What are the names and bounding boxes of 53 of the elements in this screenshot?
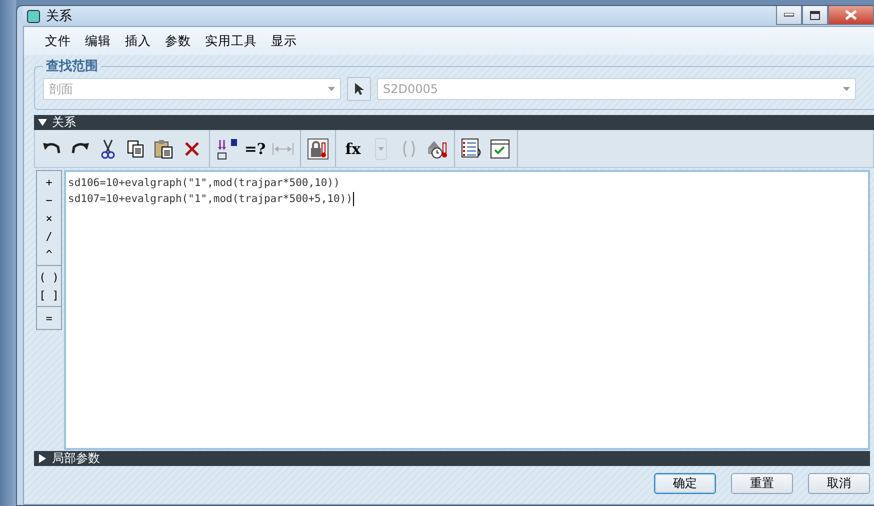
minimize-icon	[784, 13, 794, 17]
maximize-button[interactable]	[802, 6, 828, 25]
menu-item[interactable]: 文件	[38, 32, 78, 50]
sort-values-icon	[216, 138, 238, 160]
dialog-button[interactable]: 确定	[654, 473, 716, 494]
expand-triangle-icon[interactable]	[38, 454, 47, 463]
menu-item[interactable]: 参数	[158, 32, 198, 50]
select-pointer-button[interactable]	[347, 77, 371, 101]
group-legend: 查找范围	[43, 57, 101, 75]
dropdown-caret-icon	[375, 138, 387, 160]
code-line: sd107=10+evalgraph("1",mod(trajpar*500+5,10))	[68, 191, 356, 207]
toolbar-button[interactable]: fx	[340, 134, 366, 162]
lock-thermometer-icon	[307, 138, 329, 160]
menu-item[interactable]: 显示	[264, 32, 304, 50]
code-line: sd106=10+evalgraph("1",mod(trajpar*500,10))	[68, 176, 341, 191]
operator-button[interactable]: [ ]	[37, 286, 61, 304]
dialog-button[interactable]: 取消	[808, 473, 870, 494]
clipboard-icon	[154, 138, 174, 158]
brackets-icon	[401, 138, 417, 158]
operator-button[interactable]: ×	[37, 209, 61, 227]
list-icon	[461, 138, 483, 160]
operator-button[interactable]: −	[37, 191, 61, 209]
section-title: 关系	[52, 114, 76, 131]
minimize-button[interactable]	[776, 6, 802, 25]
menu-item[interactable]: 插入	[118, 32, 158, 50]
operator-button[interactable]: +	[37, 173, 61, 191]
maximize-icon	[810, 10, 820, 20]
dimension-icon	[272, 142, 294, 156]
relations-editor[interactable]: sd106=10+evalgraph("1",mod(trajpar*500,10)) sd107=10+evalgraph("1",mod(trajpar*500+5,10))	[64, 170, 870, 450]
operator-button[interactable]: ( )	[37, 268, 61, 286]
section-title: 局部参数	[52, 450, 100, 467]
undo-icon	[42, 142, 62, 156]
redo-icon	[70, 142, 90, 156]
collapse-triangle-icon[interactable]	[38, 118, 47, 127]
menu-item[interactable]: 实用工具	[198, 32, 264, 50]
menu-item[interactable]: 编辑	[78, 32, 118, 50]
copy-icon	[127, 140, 145, 158]
caret-icon	[328, 87, 335, 91]
close-icon	[845, 10, 857, 20]
window-title: 关系	[46, 8, 72, 25]
close-button[interactable]	[828, 6, 874, 25]
delete-icon	[184, 140, 200, 156]
caret-icon	[843, 87, 850, 91]
scissors-icon	[101, 138, 115, 158]
operator-button[interactable]: ^	[37, 245, 61, 263]
cursor-arrow-icon	[354, 82, 364, 96]
checklist-icon	[490, 138, 510, 158]
dialog-button[interactable]: 重置	[731, 473, 793, 494]
text-cursor	[353, 192, 354, 206]
toolbar-button[interactable]: =?	[242, 134, 268, 162]
operator-button[interactable]: /	[37, 227, 61, 245]
window-icon	[27, 10, 40, 22]
operator-button[interactable]: =	[37, 309, 61, 327]
